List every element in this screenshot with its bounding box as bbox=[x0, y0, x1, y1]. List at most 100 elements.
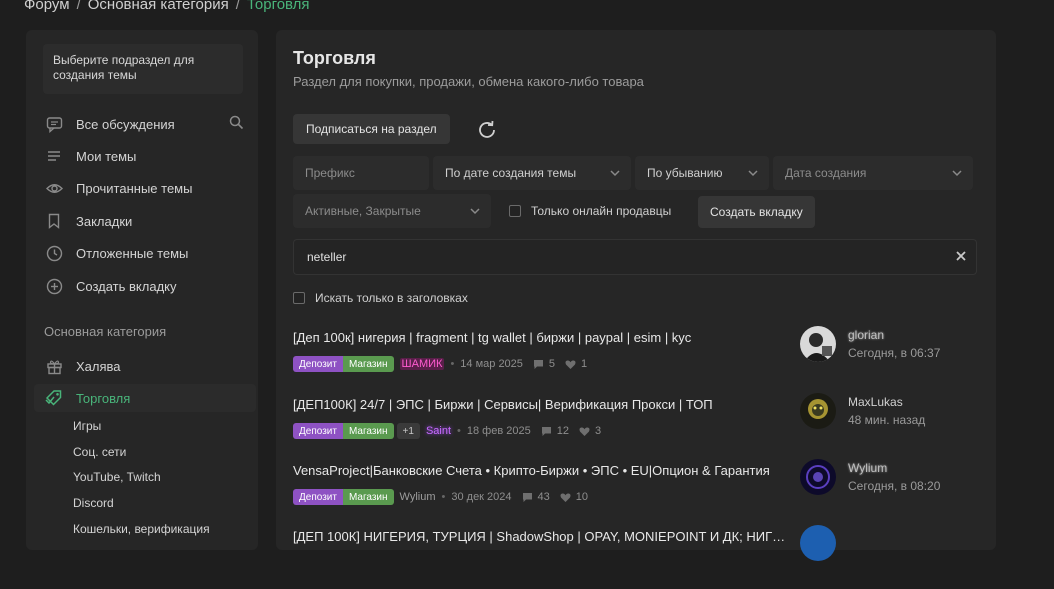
replies-count: 43 bbox=[537, 491, 550, 503]
replies-stat: 5 bbox=[533, 358, 555, 370]
chat-icon bbox=[44, 114, 64, 134]
close-icon[interactable] bbox=[955, 250, 967, 265]
avatar[interactable] bbox=[800, 326, 836, 362]
likes-stat: 10 bbox=[560, 491, 588, 503]
prefix-tag-shop[interactable]: Магазин bbox=[342, 356, 394, 372]
prefix-tag-deposit[interactable]: Депозит bbox=[293, 356, 343, 372]
chevron-down-icon bbox=[469, 205, 481, 220]
thread-author[interactable]: ШАМИК bbox=[399, 358, 445, 370]
checkbox-box[interactable] bbox=[509, 205, 521, 217]
last-poster[interactable]: MaxLukas bbox=[848, 395, 903, 409]
sidebar-subitem-games[interactable]: Игры bbox=[73, 419, 101, 433]
sidebar-item-freebies[interactable]: Халява bbox=[34, 352, 256, 380]
online-only-checkbox[interactable]: Только онлайн продавцы bbox=[509, 204, 671, 218]
sidebar-item-read-threads[interactable]: Прочитанные темы bbox=[34, 174, 256, 202]
sidebar: Выберите подраздел для создания темы Все… bbox=[26, 30, 258, 550]
heart-icon bbox=[560, 492, 571, 502]
thread-row[interactable]: [ДЕП 100К] НИГЕРИЯ, ТУРЦИЯ | ShadowShop … bbox=[293, 525, 983, 589]
likes-count: 10 bbox=[575, 491, 589, 503]
last-poster[interactable]: glorian bbox=[848, 328, 884, 342]
page-description: Раздел для покупки, продажи, обмена како… bbox=[293, 74, 644, 89]
sort-by-select[interactable]: По дате создания темы bbox=[433, 156, 631, 190]
date-select[interactable]: Дата создания bbox=[773, 156, 973, 190]
last-post-time[interactable]: Сегодня, в 06:37 bbox=[848, 346, 940, 360]
comment-icon bbox=[541, 426, 551, 436]
thread-title[interactable]: [ДЕП 100К] НИГЕРИЯ, ТУРЦИЯ | ShadowShop … bbox=[293, 529, 793, 544]
thread-date: 18 фев 2025 bbox=[466, 425, 531, 437]
thread-author[interactable]: Wylium bbox=[400, 491, 436, 503]
titles-only-checkbox[interactable]: Искать только в заголовках bbox=[293, 291, 468, 305]
subscribe-button[interactable]: Подписаться на раздел bbox=[293, 114, 450, 144]
prefix-select-label: Префикс bbox=[305, 166, 355, 180]
checkbox-box[interactable] bbox=[293, 292, 305, 304]
search-icon[interactable] bbox=[229, 115, 244, 133]
thread-row[interactable]: [Деп 100к] нигерия | fragment | tg walle… bbox=[293, 326, 983, 390]
list-icon bbox=[44, 146, 64, 166]
last-poster[interactable]: Wylium bbox=[848, 461, 887, 475]
status-value: Активные, Закрытые bbox=[305, 204, 421, 218]
sidebar-subitem-youtube[interactable]: YouTube, Twitch bbox=[73, 470, 161, 484]
thread-title[interactable]: [Деп 100к] нигерия | fragment | tg walle… bbox=[293, 330, 793, 345]
bookmark-icon bbox=[44, 211, 64, 231]
likes-count: 1 bbox=[581, 358, 588, 370]
prefix-tag-deposit[interactable]: Депозит bbox=[293, 489, 343, 505]
thread-date: 14 мар 2025 bbox=[460, 358, 523, 370]
chevron-down-icon bbox=[747, 167, 759, 182]
refresh-icon[interactable] bbox=[474, 117, 500, 143]
gift-icon bbox=[44, 356, 64, 376]
create-tab-button[interactable]: Создать вкладку bbox=[698, 196, 815, 228]
chevron-down-icon bbox=[609, 167, 621, 182]
thread-row[interactable]: VensaProject|Банковские Счета • Крипто-Б… bbox=[293, 459, 983, 523]
sort-by-value: По дате создания темы bbox=[445, 166, 577, 180]
thread-title[interactable]: VensaProject|Банковские Счета • Крипто-Б… bbox=[293, 463, 793, 478]
avatar[interactable] bbox=[800, 525, 836, 561]
breadcrumb-forum[interactable]: Форум bbox=[24, 0, 70, 13]
prefix-tag-shop[interactable]: Магазин bbox=[342, 489, 394, 505]
sidebar-item-my-threads[interactable]: Мои темы bbox=[34, 142, 256, 170]
sidebar-item-trading[interactable]: Торговля bbox=[34, 384, 256, 412]
thread-row[interactable]: [ДЕП100К] 24/7 | ЭПС | Биржи | Сервисы| … bbox=[293, 393, 983, 457]
thread-meta: Депозит Магазин Wylium • 30 дек 2024 43 1… bbox=[293, 489, 588, 505]
avatar[interactable] bbox=[800, 459, 836, 495]
tag-icon bbox=[44, 388, 64, 408]
avatar[interactable] bbox=[800, 393, 836, 429]
sidebar-subitem-wallets[interactable]: Кошельки, верификация bbox=[73, 522, 210, 536]
sidebar-subitem-social[interactable]: Соц. сети bbox=[73, 445, 126, 459]
last-post-time[interactable]: 48 мин. назад bbox=[848, 413, 925, 427]
titles-only-label: Искать только в заголовках bbox=[315, 291, 468, 305]
prefix-select[interactable]: Префикс bbox=[293, 156, 429, 190]
prefix-tag-deposit[interactable]: Депозит bbox=[293, 423, 343, 439]
plus-circle-icon bbox=[44, 276, 64, 296]
prefix-tag-shop[interactable]: Магазин bbox=[342, 423, 394, 439]
thread-date: 30 дек 2024 bbox=[451, 491, 512, 503]
breadcrumb-category[interactable]: Основная категория bbox=[88, 0, 229, 13]
order-select[interactable]: По убыванию bbox=[635, 156, 769, 190]
extra-tags-badge[interactable]: +1 bbox=[396, 423, 420, 439]
thread-title[interactable]: [ДЕП100К] 24/7 | ЭПС | Биржи | Сервисы| … bbox=[293, 397, 793, 412]
separator-dot: • bbox=[457, 425, 461, 437]
sidebar-item-label: Торговля bbox=[76, 390, 131, 406]
order-value: По убыванию bbox=[647, 166, 723, 180]
sidebar-item-all-discussions[interactable]: Все обсуждения bbox=[34, 110, 256, 138]
thread-author[interactable]: Saint bbox=[426, 425, 451, 437]
sidebar-item-label: Отложенные темы bbox=[76, 245, 189, 261]
chevron-down-icon bbox=[951, 167, 963, 182]
thread-meta: Депозит Магазин ШАМИК • 14 мар 2025 5 1 bbox=[293, 356, 587, 372]
likes-stat: 1 bbox=[565, 358, 587, 370]
create-thread-hint[interactable]: Выберите подраздел для создания темы bbox=[43, 44, 243, 94]
sidebar-section-title: Основная категория bbox=[44, 324, 167, 339]
last-post-time[interactable]: Сегодня, в 08:20 bbox=[848, 479, 940, 493]
eye-icon bbox=[44, 178, 64, 198]
replies-stat: 43 bbox=[522, 491, 550, 503]
status-select[interactable]: Активные, Закрытые bbox=[293, 194, 491, 228]
sidebar-item-label: Закладки bbox=[76, 213, 133, 229]
sidebar-item-postponed[interactable]: Отложенные темы bbox=[34, 239, 256, 267]
sidebar-item-create-tab[interactable]: Создать вкладку bbox=[34, 272, 256, 300]
search-input[interactable]: neteller bbox=[293, 239, 977, 275]
search-input-value: neteller bbox=[307, 250, 347, 264]
sidebar-subitem-discord[interactable]: Discord bbox=[73, 496, 114, 510]
breadcrumb-current: Торговля bbox=[246, 0, 310, 13]
likes-count: 3 bbox=[594, 425, 602, 437]
sidebar-item-bookmarks[interactable]: Закладки bbox=[34, 207, 256, 235]
online-only-label: Только онлайн продавцы bbox=[531, 204, 672, 218]
